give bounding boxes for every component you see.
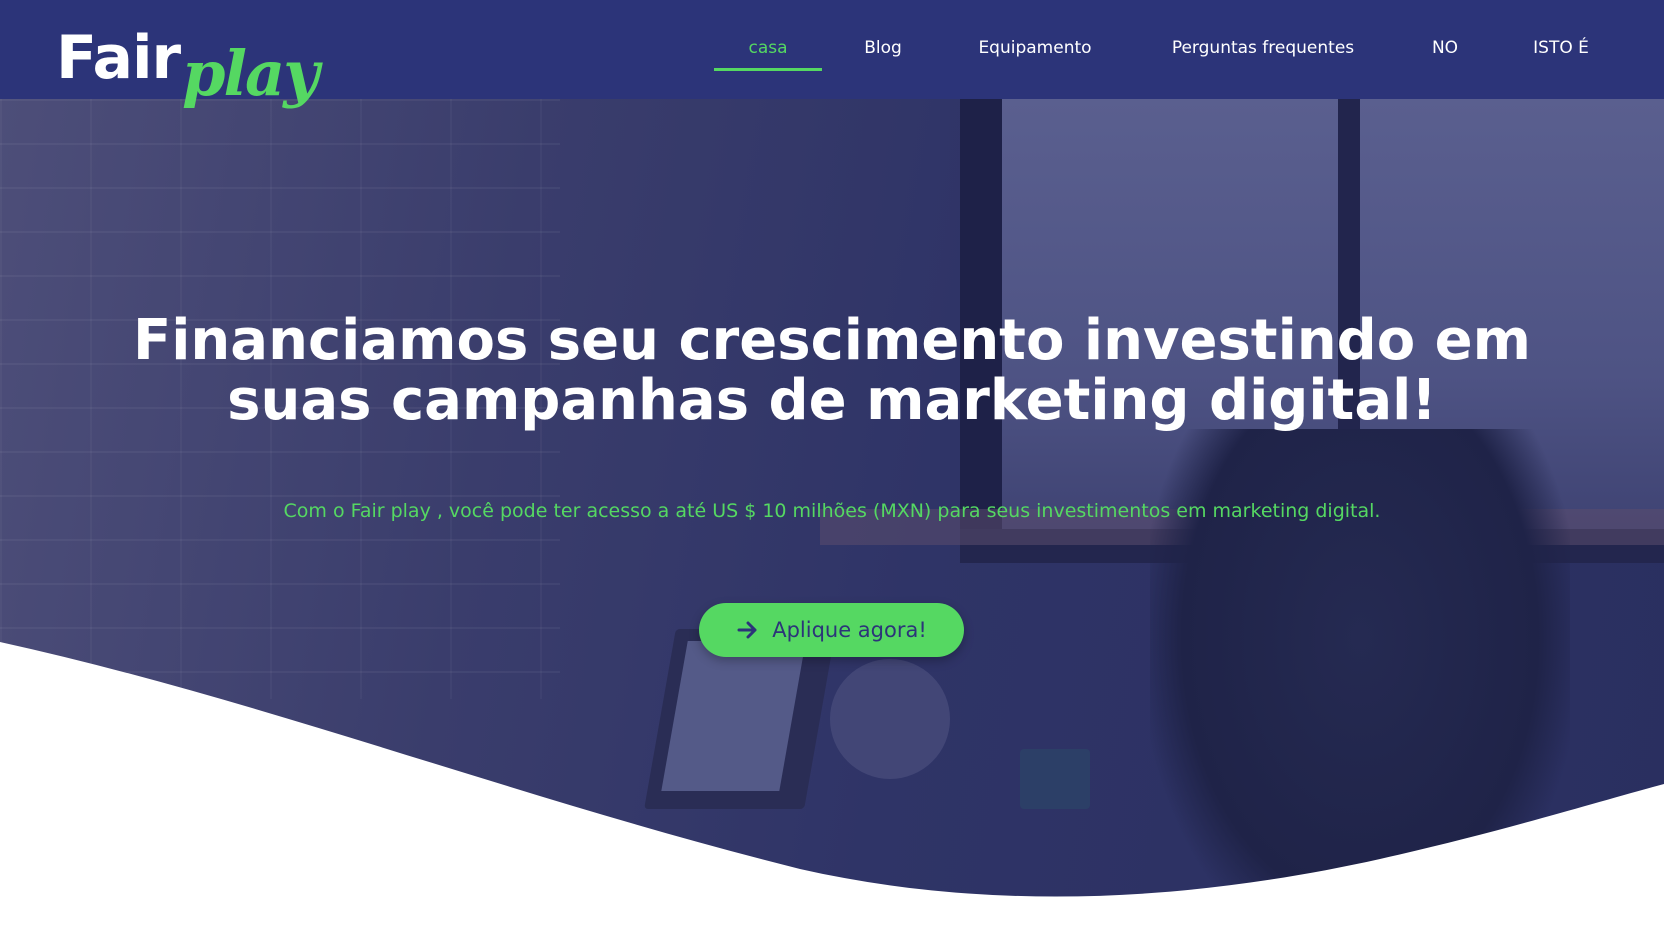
apply-now-label: Aplique agora! [772,618,927,642]
nav-item-casa[interactable]: casa [714,0,822,71]
nav-item-isto-e[interactable]: ISTO É [1532,0,1590,71]
nav-item-no[interactable]: NO [1429,0,1461,71]
hero-headline-line1: Financiamos seu crescimento investindo e… [132,308,1532,373]
logo-text-fair: Fair [56,23,181,93]
arrow-right-icon [737,621,757,639]
nav-item-equipamento[interactable]: Equipamento [976,0,1094,71]
nav-item-perguntas-frequentes[interactable]: Perguntas frequentes [1167,0,1359,71]
apply-now-button[interactable]: Aplique agora! [699,603,964,657]
fairplay-logo[interactable]: Fair play [56,23,319,110]
hero-section: Financiamos seu crescimento investindo e… [0,99,1664,933]
hero-headline: Financiamos seu crescimento investindo e… [0,311,1664,431]
nav-item-blog[interactable]: Blog [858,0,908,71]
hero-subtitle: Com o Fair play , você pode ter acesso a… [283,500,1381,522]
top-navigation-bar: Fair play casa Blog Equipamento Pergunta… [0,0,1664,106]
hero-headline-line2: suas campanhas de marketing digital! [227,368,1437,433]
logo-text-play: play [182,37,319,110]
